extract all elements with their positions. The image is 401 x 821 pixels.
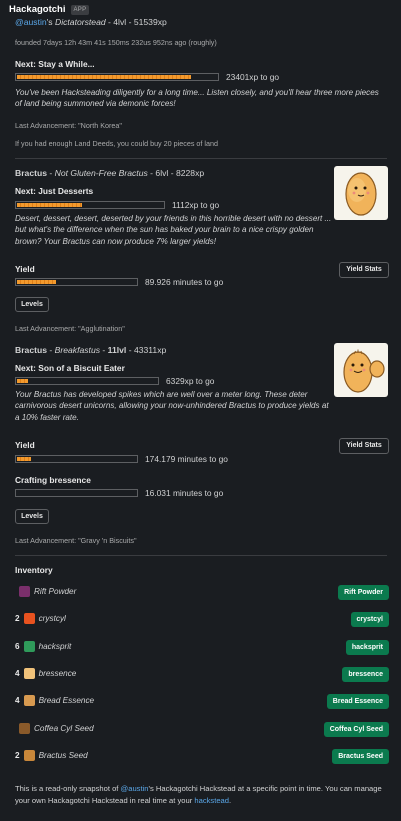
plant-2-next-label: Next: Son of a Biscuit Eater — [15, 363, 125, 373]
plant-1-yield-bar-fill — [17, 280, 57, 284]
footer-text-after: . — [229, 795, 232, 805]
plant-2-yield-bar-fill — [17, 457, 31, 461]
plant-2-crafting-text: 16.031 minutes to go — [145, 488, 224, 498]
inventory-item-name: bressence — [38, 669, 77, 678]
bread-essence-icon — [23, 695, 35, 707]
app-name[interactable]: Hackagotchi — [9, 4, 66, 17]
plant-1-species: Bractus — [15, 168, 47, 178]
inventory-item-button[interactable]: crystcyl — [350, 612, 389, 627]
plant-2-last-advancement: Last Advancement: "Gravy 'n Biscuits" — [15, 536, 137, 545]
plant-2-xp-to-go: 6329xp to go — [166, 376, 215, 386]
plant-2-title: Bractus - Breakfastus - 11lvl - 43311xp — [15, 345, 167, 355]
plant-1-level: 6lvl — [155, 168, 169, 178]
inventory-item-name: Coffea Cyl Seed — [34, 724, 94, 733]
inventory-item-button[interactable]: Rift Powder — [338, 585, 389, 600]
inventory-item-qty: 6 — [15, 642, 20, 651]
inventory-item-name: Bread Essence — [38, 696, 95, 705]
footer-owner-mention[interactable]: @austin — [121, 784, 149, 793]
inventory-item-name: Rift Powder — [34, 587, 77, 596]
plant-2-yield-bar — [15, 455, 138, 463]
plant-2-yield-text: 174.179 minutes to go — [145, 454, 228, 464]
plant-2-xp-bar-fill — [17, 379, 28, 383]
plant-1-yield-label: Yield — [15, 264, 35, 274]
plant-2-name: Breakfastus — [54, 345, 101, 355]
stead-xp-bar-fill — [17, 75, 191, 79]
inventory-item: Coffea Cyl Seed — [15, 723, 94, 735]
footer-text-before: This is a read-only snapshot of — [15, 784, 121, 793]
founded-text: founded 7days 12h 43m 41s 150ms 232us 95… — [15, 38, 217, 47]
plant-2-level: 11lvl — [107, 345, 127, 355]
inventory-title: Inventory — [15, 565, 53, 575]
plant-2-xp-bar — [15, 377, 159, 385]
plant-1-xp-to-go: 1112xp to go — [172, 200, 220, 210]
stead-last-advancement: Last Advancement: "North Korea" — [15, 121, 122, 130]
divider — [15, 555, 387, 556]
stead-level: 4lvl — [113, 17, 127, 27]
plant-1-image — [334, 166, 388, 220]
inventory-item: 2 crystcyl — [15, 613, 66, 625]
app-badge: APP — [70, 5, 90, 16]
inventory-item-button[interactable]: Bractus Seed — [332, 749, 389, 764]
stead-name: Dictatorstead — [55, 17, 106, 27]
plant-1-title: Bractus - Not Gluten-Free Bractus - 6lvl… — [15, 168, 205, 178]
owner-suffix: 's — [46, 17, 53, 27]
plant-2-yield-label: Yield — [15, 440, 35, 450]
hacksprit-icon — [23, 641, 35, 653]
plant-1-yield-text: 89.926 minutes to go — [145, 277, 224, 287]
inventory-item-name: hacksprit — [38, 642, 72, 651]
inventory-item: 6 hacksprit — [15, 641, 72, 653]
bractus-potato-icon — [345, 172, 377, 216]
land-note: If you had enough Land Deeds, you could … — [15, 139, 218, 148]
inventory-item-name: crystcyl — [38, 614, 66, 623]
plant-1-next-label: Next: Just Desserts — [15, 186, 94, 196]
inventory-item-qty: 4 — [15, 669, 20, 678]
plant-2-yield-stats-button[interactable]: Yield Stats — [339, 438, 389, 454]
plant-1-yield-stats-button[interactable]: Yield Stats — [339, 262, 389, 278]
owner-mention[interactable]: @austin — [15, 17, 47, 27]
plant-1-description: Desert, dessert, desert, deserted by you… — [15, 214, 332, 246]
bressence-icon — [23, 668, 35, 680]
plant-1-xp-bar-fill — [17, 203, 82, 207]
stead-xp: 51539xp — [133, 17, 167, 27]
breakfastus-potato-icon — [343, 349, 385, 393]
plant-2-description: Your Bractus has developed spikes which … — [15, 390, 329, 422]
inventory-item-button[interactable]: hacksprit — [345, 640, 389, 655]
plant-2-image — [334, 343, 388, 397]
plant-1-levels-button[interactable]: Levels — [15, 297, 49, 312]
inventory-item: 4 bressence — [15, 668, 77, 680]
plant-2-xp: 43311xp — [133, 345, 167, 355]
app-header: Hackagotchi APP — [9, 4, 90, 17]
inventory-item-name: Bractus Seed — [38, 751, 88, 760]
plant-2-crafting-label: Crafting bressence — [15, 475, 91, 485]
plant-1-yield-bar — [15, 278, 138, 286]
inventory-item: 4 Bread Essence — [15, 695, 95, 707]
stead-description: You've been Hacksteading diligently for … — [15, 88, 379, 109]
divider — [15, 158, 387, 159]
coffea-seed-icon — [19, 723, 30, 735]
inventory-item-qty: 4 — [15, 696, 20, 705]
stead-next-label: Next: Stay a While... — [15, 59, 95, 69]
stead-title: @austin's Dictatorstead - 4lvl - 51539xp — [15, 17, 167, 27]
plant-1-xp: 8228xp — [175, 168, 205, 178]
rift-powder-icon — [19, 586, 30, 598]
plant-1-xp-bar — [15, 201, 165, 209]
inventory-item-qty: 2 — [15, 751, 20, 760]
footer-note: This is a read-only snapshot of @austin'… — [15, 783, 383, 807]
bractus-seed-icon — [23, 750, 35, 762]
stead-xp-bar — [15, 73, 219, 81]
inventory-item-button[interactable]: bressence — [342, 667, 389, 682]
hackstead-link[interactable]: hackstead — [194, 796, 229, 805]
inventory-item: 2 Bractus Seed — [15, 750, 88, 762]
stead-xp-to-go: 23401xp to go — [226, 72, 280, 82]
plant-1-name: Not Gluten-Free Bractus — [54, 168, 148, 178]
inventory-item-qty: 2 — [15, 614, 20, 623]
inventory-item-button[interactable]: Coffea Cyl Seed — [323, 722, 389, 737]
crystcyl-icon — [23, 613, 35, 625]
inventory-item-button[interactable]: Bread Essence — [326, 694, 389, 709]
plant-2-levels-button[interactable]: Levels — [15, 509, 49, 524]
plant-2-species: Bractus — [15, 345, 47, 355]
inventory-item: Rift Powder — [15, 586, 77, 598]
plant-1-last-advancement: Last Advancement: "Agglutination" — [15, 324, 125, 333]
plant-2-crafting-bar — [15, 489, 138, 497]
